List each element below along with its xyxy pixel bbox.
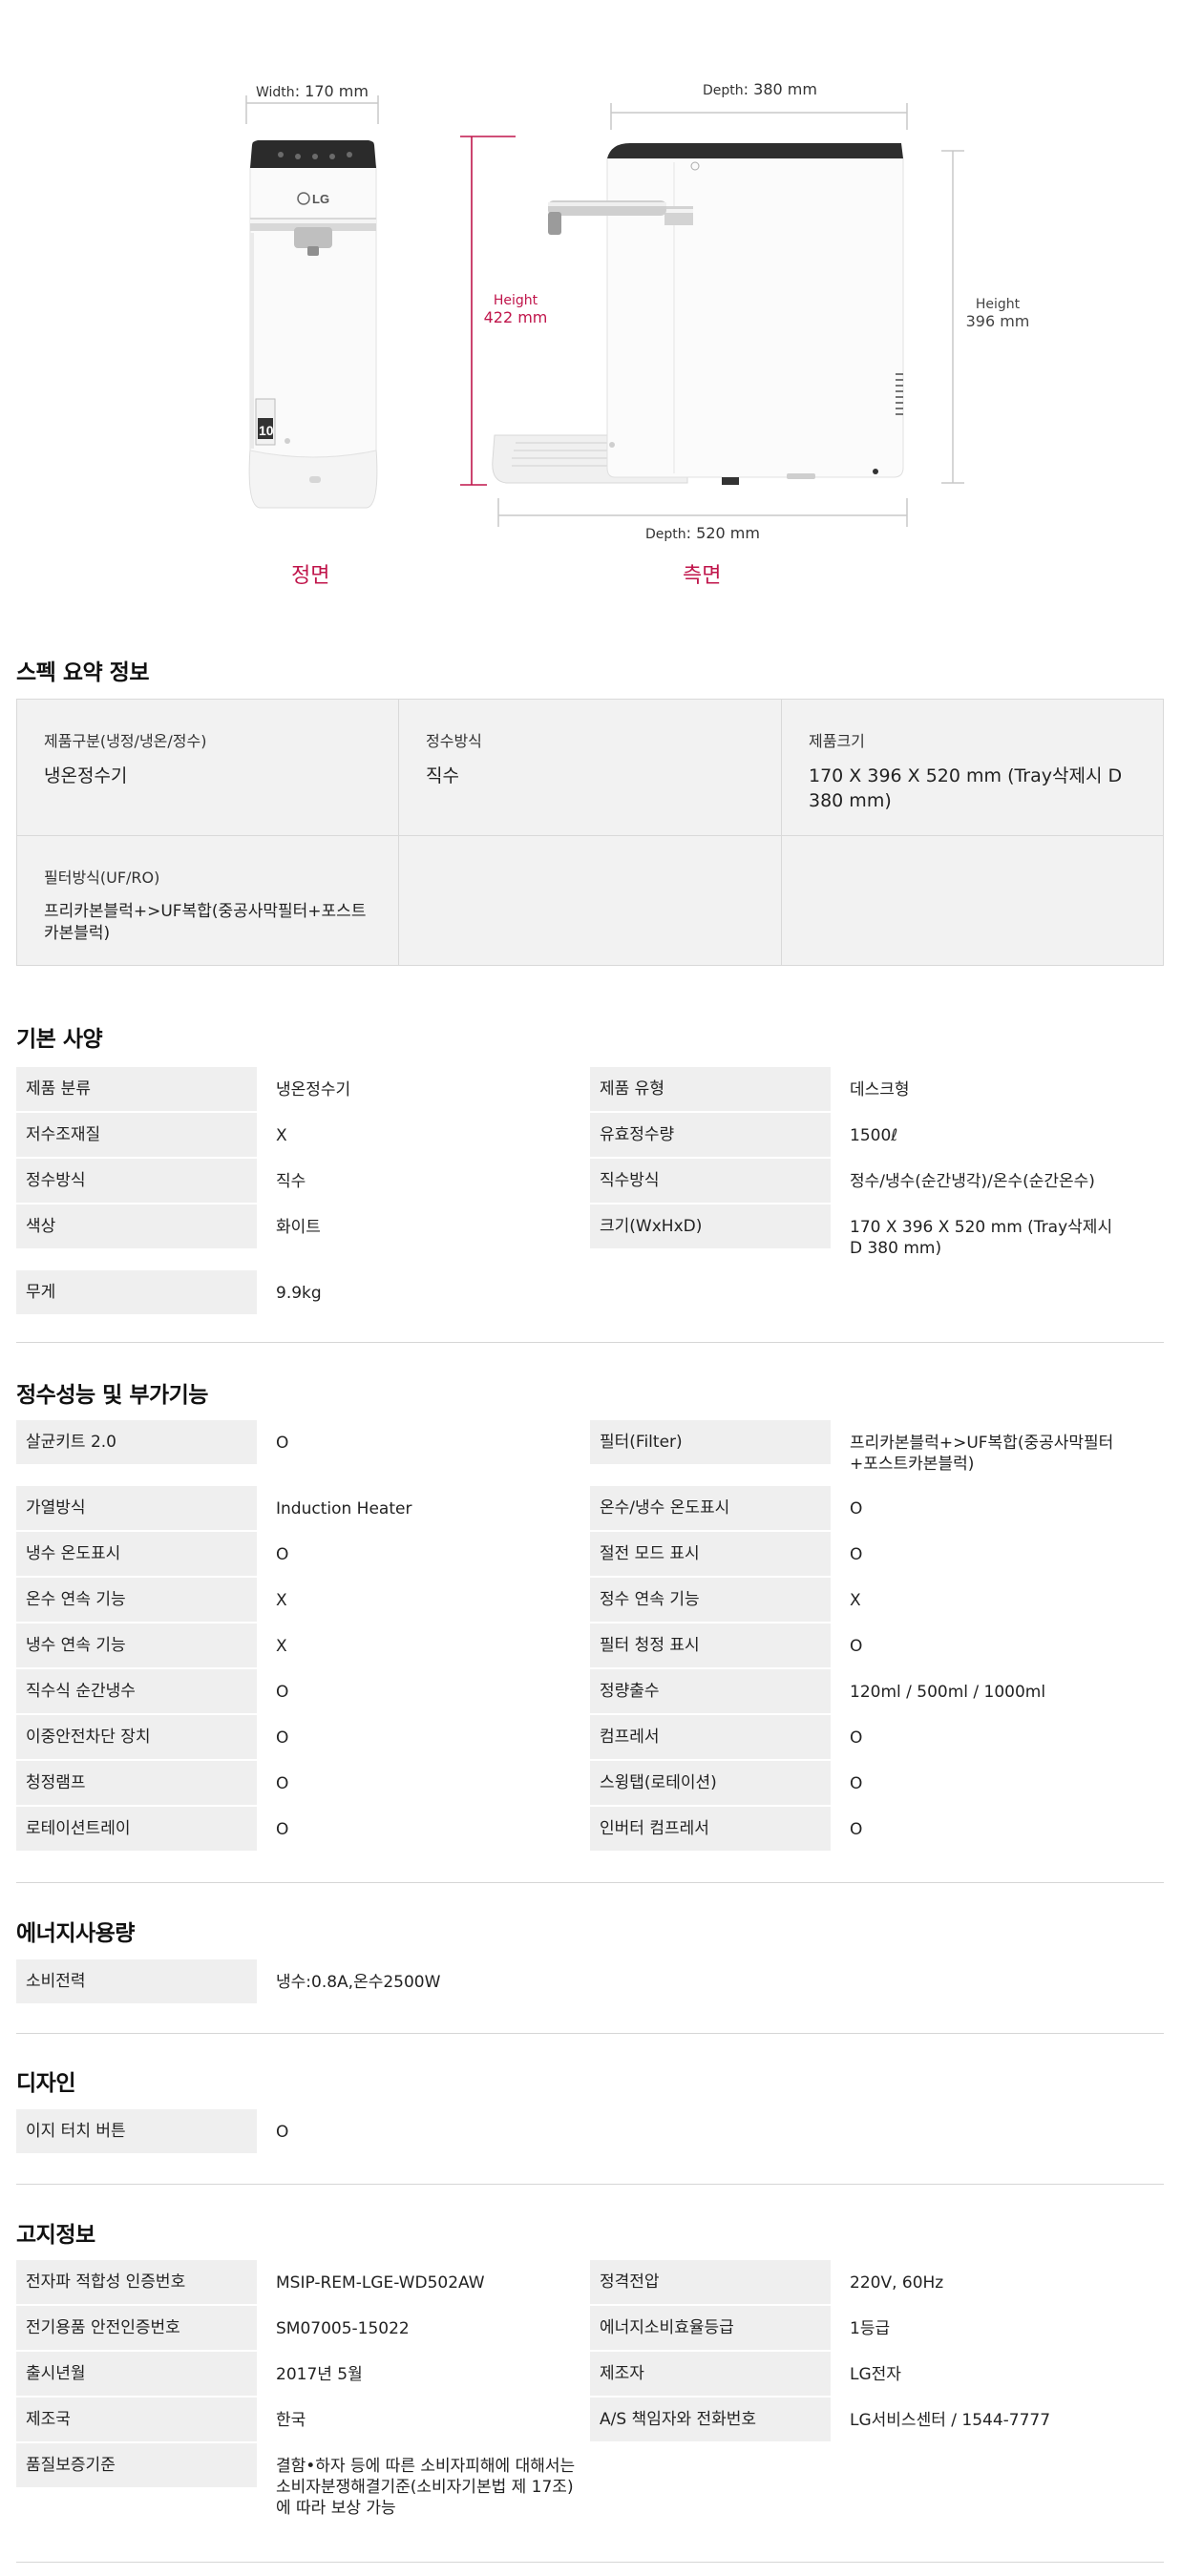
summary-cell-empty-1 <box>399 836 782 965</box>
summary-grid: 제품구분(냉정/냉온/정수) 냉온정수기 정수방식 직수 제품크기 170 X … <box>16 699 1164 966</box>
section-divider <box>16 2033 1164 2034</box>
basic-section-title: 기본 사양 <box>16 1027 103 1052</box>
notice-section-title: 고지정보 <box>16 2223 95 2248</box>
section-divider <box>16 1882 1164 1883</box>
summary-cell-purify-method: 정수방식 직수 <box>399 700 782 836</box>
svg-text:LG: LG <box>312 192 329 206</box>
summary-cell-filter-type: 필터방식(UF/RO) 프리카본블럭+>UF복합(중공사막필터+포스트카본블럭) <box>17 836 399 965</box>
side-product-image <box>492 143 904 485</box>
summary-cell-product-type: 제품구분(냉정/냉온/정수) 냉온정수기 <box>17 700 399 836</box>
summary-cell-empty-2 <box>782 836 1163 965</box>
energy-section-title: 에너지사용량 <box>16 1921 135 1946</box>
design-section-title: 디자인 <box>16 2071 75 2096</box>
summary-cell-product-size: 제품크기 170 X 396 X 520 mm (Tray삭제시 D 380 m… <box>782 700 1163 836</box>
front-product-image: LG 10 <box>248 140 378 509</box>
svg-text:10: 10 <box>259 423 274 438</box>
front-view-label: 정면 <box>291 564 330 588</box>
product-illustration: LG 10 <box>245 95 964 527</box>
side-view-label: 측면 <box>683 564 722 588</box>
summary-section-title: 스펙 요약 정보 <box>16 660 149 685</box>
section-divider <box>16 1342 1164 1343</box>
performance-section-title: 정수성능 및 부가기능 <box>16 1383 208 1408</box>
product-dimension-figure: Width: 170 mm Depth: 380 mm Height 422 mm… <box>0 0 1181 611</box>
section-divider <box>16 2562 1164 2563</box>
section-divider <box>16 2184 1164 2185</box>
